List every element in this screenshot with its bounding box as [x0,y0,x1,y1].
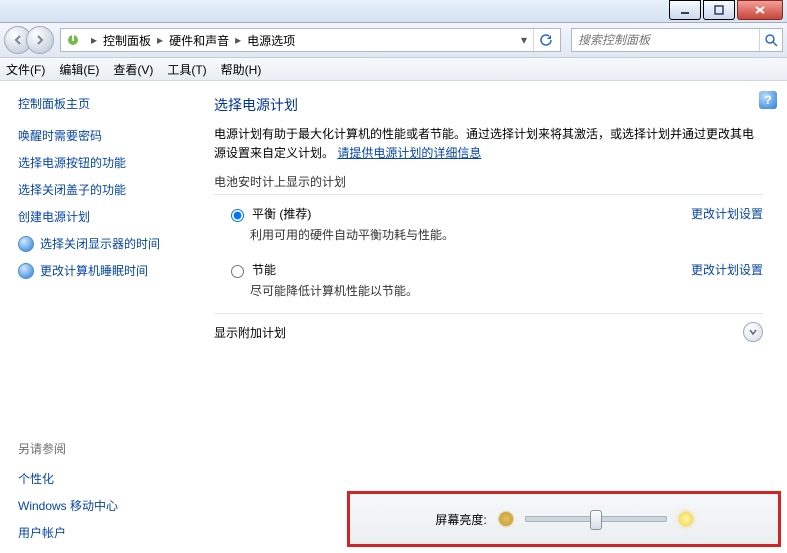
search-button[interactable] [759,29,782,51]
see-also-user-accounts[interactable]: 用户帐户 [18,519,180,546]
side-link-label: 用户帐户 [18,524,66,541]
window-minimize-button[interactable] [669,0,701,20]
description-text: 电源计划有助于最大化计算机的性能或者节能。通过选择计划来将其激活，或选择计划并通… [214,127,754,160]
menu-tools[interactable]: 工具(T) [167,61,206,78]
side-link-lid-close[interactable]: 选择关闭盖子的功能 [18,176,180,203]
side-link-label: 更改计算机睡眠时间 [40,262,148,279]
side-link-label: 创建电源计划 [18,208,90,225]
close-icon [754,5,766,15]
search-icon [764,33,778,47]
plan-power-saver-radio[interactable] [231,265,244,278]
side-link-label: 选择电源按钮的功能 [18,154,126,171]
plan-power-saver-desc: 尽可能降低计算机性能以节能。 [250,282,763,299]
refresh-button[interactable] [533,29,556,51]
side-link-label: 个性化 [18,470,54,487]
side-link-label: 选择关闭盖子的功能 [18,181,126,198]
plan-balanced: 平衡 (推荐) 更改计划设置 利用可用的硬件自动平衡功耗与性能。 [214,197,763,253]
chevron-down-icon [748,327,758,337]
brightness-slider[interactable] [525,516,667,522]
side-link-label: Windows 移动中心 [18,497,118,514]
plan-power-saver-label: 节能 [252,261,276,278]
side-link-display-off[interactable]: 选择关闭显示器的时间 [18,230,180,257]
window-titlebar [0,0,787,23]
plan-balanced-radio[interactable] [231,209,244,222]
see-also-heading: 另请参阅 [18,440,180,457]
change-plan-settings-link[interactable]: 更改计划设置 [691,261,763,278]
menu-help[interactable]: 帮助(H) [221,61,262,78]
plan-balanced-label: 平衡 (推荐) [252,205,311,222]
arrow-left-icon [13,35,23,45]
side-link-require-password[interactable]: 唤醒时需要密码 [18,122,180,149]
refresh-icon [538,33,552,47]
change-plan-settings-link[interactable]: 更改计划设置 [691,205,763,222]
window-maximize-button[interactable] [703,0,735,20]
additional-plans-heading: 显示附加计划 [214,324,286,341]
breadcrumb-segment[interactable]: 硬件和声音 [169,32,229,49]
shield-icon [18,236,34,252]
plan-balanced-desc: 利用可用的硬件自动平衡功耗与性能。 [250,226,763,243]
menu-file[interactable]: 文件(F) [6,61,45,78]
breadcrumb-segment[interactable]: 控制面板 [103,32,151,49]
brightness-slider-thumb[interactable] [590,510,602,530]
chevron-right-icon: ▸ [85,33,103,47]
side-link-power-button[interactable]: 选择电源按钮的功能 [18,149,180,176]
help-button[interactable]: ? [759,91,777,109]
side-link-sleep-time[interactable]: 更改计算机睡眠时间 [18,257,180,284]
chevron-right-icon: ▸ [229,33,247,47]
search-box[interactable] [571,28,783,52]
brightness-high-icon [679,512,693,526]
see-also-mobility-center[interactable]: Windows 移动中心 [18,492,180,519]
description-link[interactable]: 请提供电源计划的详细信息 [337,146,481,160]
menu-view[interactable]: 查看(V) [113,61,153,78]
shield-icon [18,263,34,279]
page-description: 电源计划有助于最大化计算机的性能或者节能。通过选择计划来将其激活，或选择计划并通… [214,125,763,163]
side-link-label: 选择关闭显示器的时间 [40,235,160,252]
content-area: ? 选择电源计划 电源计划有助于最大化计算机的性能或者节能。通过选择计划来将其激… [190,81,787,553]
breadcrumb-segment[interactable]: 电源选项 [247,32,295,49]
power-options-icon [65,32,81,48]
side-home-link[interactable]: 控制面板主页 [18,95,180,112]
menu-bar: 文件(F) 编辑(E) 查看(V) 工具(T) 帮助(H) [0,58,787,81]
plan-power-saver: 节能 更改计划设置 尽可能降低计算机性能以节能。 [214,253,763,309]
nav-forward-button[interactable] [26,26,54,54]
expand-additional-plans-button[interactable] [743,322,763,342]
side-link-create-plan[interactable]: 创建电源计划 [18,203,180,230]
battery-plans-heading: 电池安时计上显示的计划 [214,173,763,190]
address-bar[interactable]: ▸ 控制面板 ▸ 硬件和声音 ▸ 电源选项 ▾ [60,28,561,52]
see-also-personalization[interactable]: 个性化 [18,465,180,492]
side-panel: 控制面板主页 唤醒时需要密码 选择电源按钮的功能 选择关闭盖子的功能 创建电源计… [0,81,190,553]
brightness-panel-highlight: 屏幕亮度: [347,491,781,547]
search-input[interactable] [572,33,759,47]
brightness-label: 屏幕亮度: [435,511,486,528]
maximize-icon [714,5,724,15]
minimize-icon [680,5,690,15]
navigation-bar: ▸ 控制面板 ▸ 硬件和声音 ▸ 电源选项 ▾ [0,23,787,58]
window-close-button[interactable] [737,0,783,20]
address-dropdown[interactable]: ▾ [515,33,533,47]
menu-edit[interactable]: 编辑(E) [59,61,99,78]
chevron-right-icon: ▸ [151,33,169,47]
arrow-right-icon [35,35,45,45]
side-link-label: 唤醒时需要密码 [18,127,102,144]
page-title: 选择电源计划 [214,95,763,115]
brightness-low-icon [499,512,513,526]
